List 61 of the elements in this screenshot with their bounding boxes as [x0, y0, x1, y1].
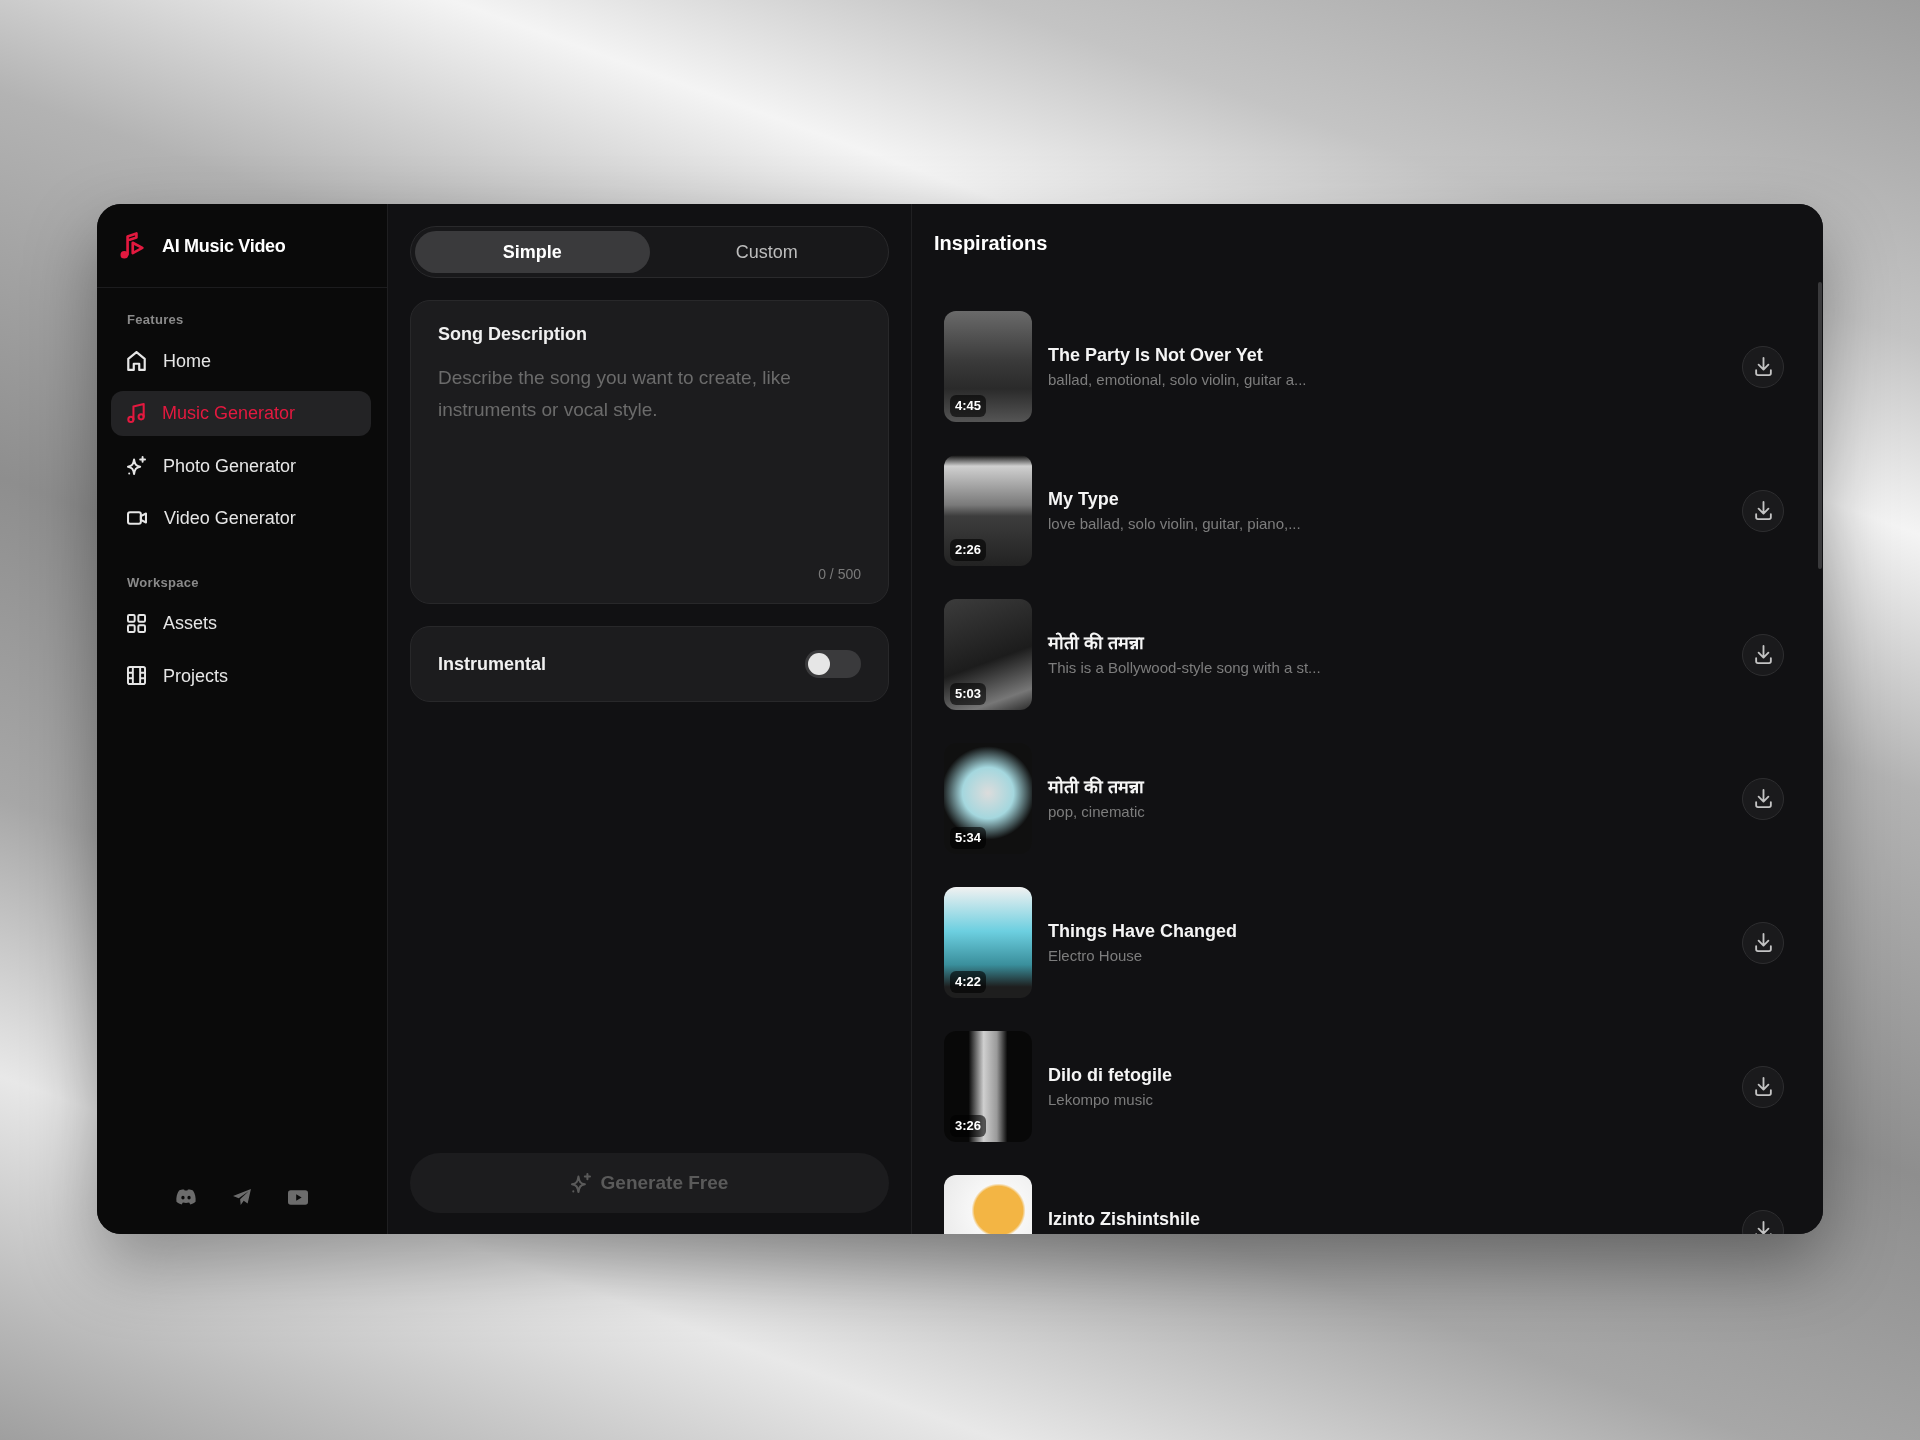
nav-item[interactable]: Projects — [111, 653, 371, 698]
download-icon — [1754, 645, 1772, 664]
section-label: Features — [127, 312, 184, 328]
song-title: Things Have Changed — [1048, 919, 1238, 942]
song-title: My Type — [1048, 487, 1119, 510]
download-button[interactable] — [1742, 489, 1784, 532]
download-button[interactable] — [1742, 921, 1784, 964]
app-name: AI Music Video — [162, 234, 286, 257]
description-input[interactable]: Describe the song you want to create, like instruments or vocal style. — [438, 362, 861, 565]
song-subtitle: ballad, emotional, solo violin, guitar a... — [1048, 369, 1307, 390]
download-button[interactable] — [1742, 633, 1784, 676]
music-note-icon — [127, 403, 145, 423]
grid-icon — [127, 613, 146, 633]
song-subtitle: Electro House — [1048, 945, 1143, 966]
paper-plane-icon[interactable] — [233, 1189, 251, 1205]
song-title: मोती की तमन्ना — [1048, 775, 1144, 798]
film-icon — [127, 666, 146, 685]
video-camera-icon — [127, 511, 147, 525]
toggle-label: Instrumental — [438, 653, 547, 675]
duration-badge: 3:26 — [950, 1115, 987, 1137]
field-label: Song Description — [438, 323, 587, 345]
song-title: Dilo di fetogile — [1048, 1063, 1172, 1086]
song-title: मोती की तमन्ना — [1048, 631, 1144, 654]
download-button[interactable] — [1742, 345, 1784, 388]
scrollbar-thumb[interactable] — [1818, 282, 1822, 569]
download-icon — [1754, 1077, 1772, 1096]
logo-icon — [120, 232, 144, 259]
download-icon — [1754, 501, 1772, 520]
song-subtitle: love ballad, solo violin, guitar, piano,... — [1048, 513, 1301, 534]
song-title: The Party Is Not Over Yet — [1048, 343, 1263, 366]
duration-badge: 4:45 — [950, 395, 987, 417]
nav-item[interactable]: Photo Generator — [111, 443, 371, 488]
mode-tab[interactable]: Custom — [649, 231, 884, 273]
download-button[interactable] — [1742, 1065, 1784, 1108]
download-icon — [1754, 1221, 1772, 1234]
section-label: Workspace — [127, 574, 199, 591]
home-icon — [127, 350, 146, 371]
song-title: Izinto Zishintshile — [1048, 1207, 1200, 1230]
toggle-switch[interactable] — [805, 650, 861, 678]
nav-item[interactable]: Video Generator — [111, 495, 371, 541]
play-icon[interactable] — [288, 1189, 308, 1205]
sparkle-icon — [127, 456, 146, 475]
song-subtitle: Lekompo music — [1048, 1089, 1154, 1110]
section-title: Inspirations — [934, 231, 1048, 256]
nav-item[interactable]: Home — [111, 338, 371, 383]
character-counter: 0 / 500 — [818, 565, 861, 583]
duration-badge: 5:03 — [950, 683, 987, 705]
sparkle-icon — [570, 1173, 591, 1193]
duration-badge: 5:34 — [950, 827, 987, 849]
download-icon — [1754, 789, 1772, 808]
duration-badge: 2:26 — [950, 539, 987, 561]
duration-badge: 4:22 — [950, 971, 987, 993]
nav-item[interactable]: Assets — [111, 600, 371, 646]
description-field[interactable]: Song Description Describe the song you want to create, like instruments or vocal style. 0 / 500 — [410, 300, 889, 604]
controller-icon[interactable] — [176, 1189, 196, 1205]
download-icon — [1754, 357, 1772, 376]
song-subtitle: pop, cinematic — [1048, 801, 1145, 822]
mode-tab[interactable]: Simple — [415, 231, 650, 273]
song-subtitle: This is a Bollywood-style song with a st... — [1048, 657, 1321, 678]
download-button[interactable] — [1742, 777, 1784, 820]
download-icon — [1754, 933, 1772, 952]
